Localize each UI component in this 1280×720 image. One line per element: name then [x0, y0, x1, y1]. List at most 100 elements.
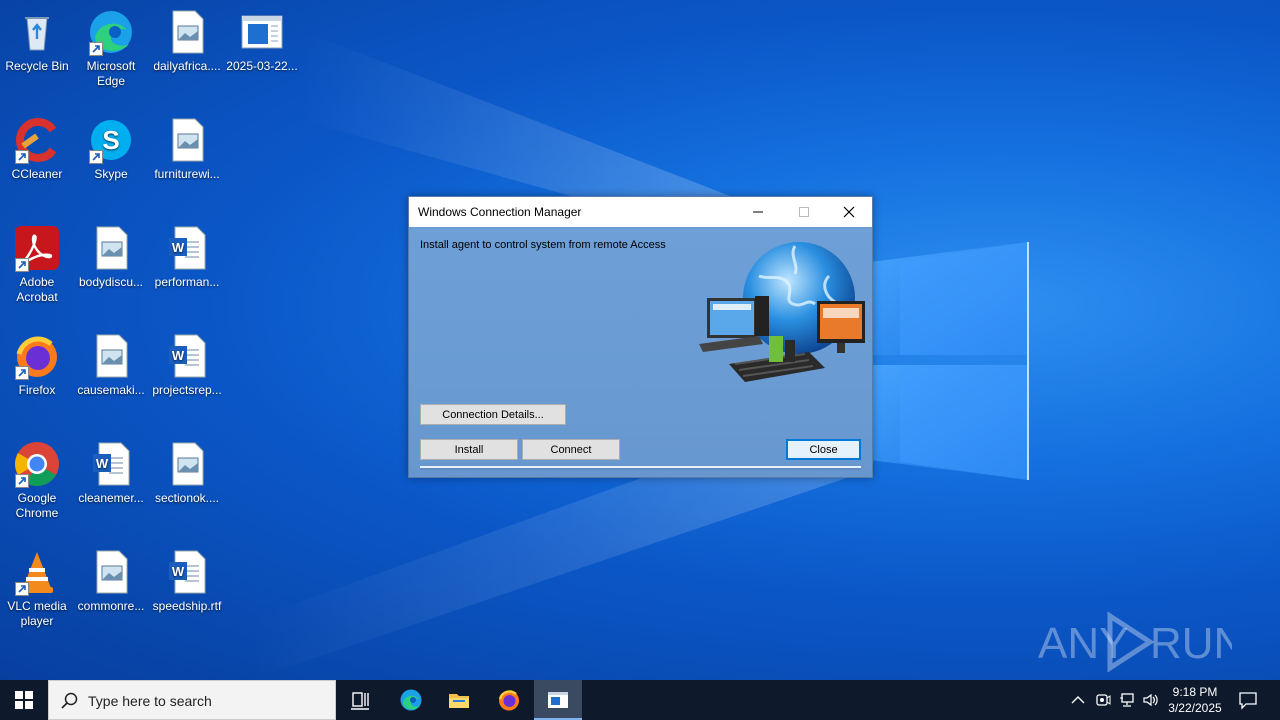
skype-icon: S — [87, 116, 135, 164]
app-window-icon — [238, 8, 286, 56]
svg-text:RUN: RUN — [1150, 619, 1232, 668]
minimize-button[interactable] — [735, 197, 781, 227]
image-file-icon — [87, 548, 135, 596]
shortcut-arrow-icon — [15, 258, 29, 272]
desktop-icon-projectsrep[interactable]: W projectsrep... — [150, 332, 224, 398]
firefox-icon — [498, 690, 519, 711]
clock-date: 3/22/2025 — [1168, 701, 1222, 715]
close-window-button[interactable] — [826, 197, 872, 227]
shortcut-arrow-icon — [89, 150, 103, 164]
folder-icon — [449, 694, 469, 708]
taskbar-file-explorer[interactable] — [435, 680, 483, 720]
svg-text:W: W — [172, 240, 185, 255]
icon-label: Google Chrome — [15, 491, 59, 520]
icon-label: 2025-03-22... — [226, 59, 298, 73]
edge-icon — [87, 8, 135, 56]
image-file-icon — [163, 116, 211, 164]
desktop-icon-adobe-acrobat[interactable]: Adobe Acrobat — [0, 224, 74, 305]
icon-label: sectionok.... — [154, 491, 220, 505]
clock-time: 9:18 PM — [1172, 685, 1218, 699]
desktop-icon-dailyafrica[interactable]: dailyafrica.... — [150, 8, 224, 74]
icon-label: cleanemer... — [78, 491, 144, 505]
icon-label: CCleaner — [11, 167, 63, 181]
icon-label: Microsoft Edge — [86, 59, 136, 88]
image-file-icon — [87, 224, 135, 272]
image-file-icon — [87, 332, 135, 380]
svg-text:W: W — [172, 348, 185, 363]
notification-icon — [1239, 692, 1257, 710]
volume-icon — [1143, 693, 1158, 707]
desktop-icon-google-chrome[interactable]: Google Chrome — [0, 440, 74, 521]
desktop-icon-bodydiscu[interactable]: bodydiscu... — [74, 224, 148, 290]
start-button[interactable] — [0, 680, 48, 720]
desktop-icon-cleanemer[interactable]: W cleanemer... — [74, 440, 148, 506]
desktop-icon-2025-03-22[interactable]: 2025-03-22... — [225, 8, 299, 74]
taskbar-firefox[interactable] — [485, 680, 533, 720]
taskbar: Type here to search 9:18 PM 3/22/2025 — [0, 680, 1280, 720]
icon-label: dailyafrica.... — [153, 59, 221, 73]
desktop-icon-speedship[interactable]: W speedship.rtf — [150, 548, 224, 614]
shortcut-arrow-icon — [15, 366, 29, 380]
webcam-icon — [1096, 694, 1111, 706]
app-window-icon — [548, 692, 568, 708]
dialog-body: Install agent to control system from rem… — [409, 228, 872, 477]
desktop-icon-microsoft-edge[interactable]: Microsoft Edge — [74, 8, 148, 89]
desktop-icon-ccleaner[interactable]: CCleaner — [0, 116, 74, 182]
svg-text:W: W — [172, 564, 185, 579]
dialog-title: Windows Connection Manager — [418, 205, 582, 219]
maximize-button — [781, 197, 827, 227]
watermark-logo: ANY RUN — [1038, 611, 1232, 672]
desktop-icon-causemaki[interactable]: causemaki... — [74, 332, 148, 398]
firefox-icon — [13, 332, 61, 380]
icon-label: Recycle Bin — [5, 59, 69, 73]
image-file-icon — [163, 440, 211, 488]
connect-button[interactable]: Connect — [522, 439, 620, 460]
taskbar-edge[interactable] — [387, 680, 435, 720]
task-view-button[interactable] — [336, 680, 384, 720]
acrobat-icon — [13, 224, 61, 272]
close-icon — [843, 206, 855, 218]
desktop-icon-performan[interactable]: W performan... — [150, 224, 224, 290]
remote-network-illustration — [699, 242, 865, 382]
taskbar-clock[interactable]: 9:18 PM 3/22/2025 — [1160, 684, 1230, 716]
svg-text:ANY: ANY — [1038, 619, 1128, 668]
svg-text:S: S — [102, 125, 119, 155]
search-box[interactable]: Type here to search — [48, 680, 336, 720]
icon-label: furniturewi... — [154, 167, 220, 181]
desktop-icon-recycle-bin[interactable]: Recycle Bin — [0, 8, 74, 74]
desktop-icon-commonre[interactable]: commonre... — [74, 548, 148, 614]
search-icon — [61, 692, 78, 709]
install-button[interactable]: Install — [420, 439, 518, 460]
icon-label: speedship.rtf — [152, 599, 222, 613]
desktop-icon-sectionok[interactable]: sectionok.... — [150, 440, 224, 506]
show-hidden-icons-button[interactable] — [1068, 680, 1088, 720]
icon-label: bodydiscu... — [78, 275, 144, 289]
ccleaner-icon — [13, 116, 61, 164]
chevron-up-icon — [1071, 696, 1085, 704]
vlc-icon — [13, 548, 61, 596]
icon-label: performan... — [154, 275, 220, 289]
close-button[interactable]: Close — [786, 439, 861, 460]
network-button[interactable] — [1116, 680, 1138, 720]
volume-button[interactable] — [1140, 680, 1162, 720]
minimize-icon — [753, 211, 763, 213]
dialog-titlebar[interactable]: Windows Connection Manager — [409, 197, 872, 227]
connection-manager-dialog: Windows Connection Manager Install agent… — [408, 196, 873, 478]
desktop-icon-skype[interactable]: S Skype — [74, 116, 148, 182]
separator — [420, 466, 861, 470]
icon-label: Firefox — [18, 383, 56, 397]
desktop-icon-vlc[interactable]: VLC media player — [0, 548, 74, 629]
action-center-button[interactable] — [1232, 680, 1280, 720]
svg-text:W: W — [96, 456, 109, 471]
desktop-icon-firefox[interactable]: Firefox — [0, 332, 74, 398]
icon-label: commonre... — [77, 599, 145, 613]
desktop-icon-furniturewi[interactable]: furniturewi... — [150, 116, 224, 182]
icon-label: projectsrep... — [152, 383, 222, 397]
connection-details-button[interactable]: Connection Details... — [420, 404, 566, 425]
icon-label: Skype — [94, 167, 128, 181]
shortcut-arrow-icon — [15, 150, 29, 164]
word-doc-icon: W — [163, 548, 211, 596]
meet-now-button[interactable] — [1092, 680, 1114, 720]
taskbar-connection-manager[interactable] — [534, 680, 582, 720]
chrome-icon — [13, 440, 61, 488]
